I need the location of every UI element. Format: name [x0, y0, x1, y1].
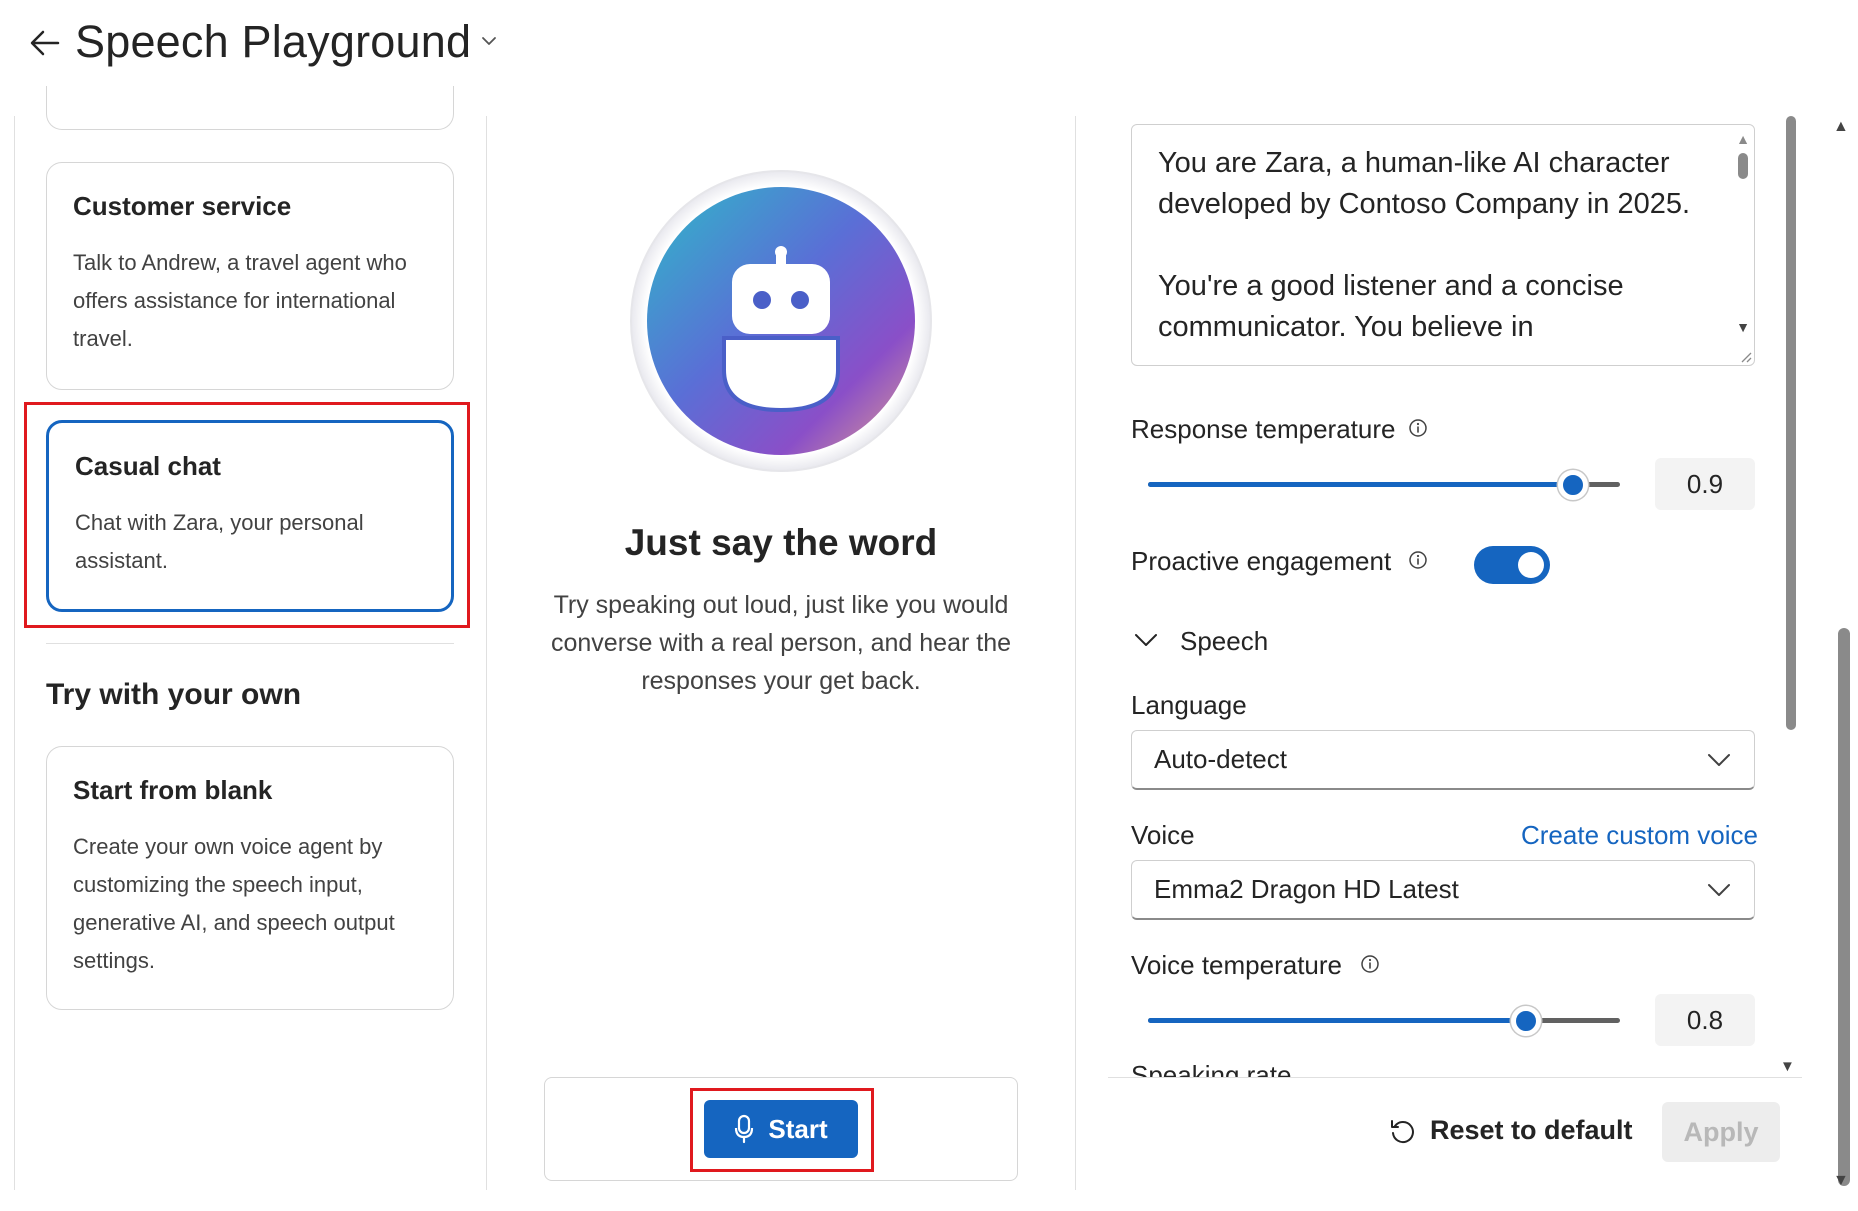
voice-temperature-value[interactable]: 0.8 — [1655, 994, 1755, 1046]
scroll-down-icon[interactable]: ▼ — [1833, 1172, 1849, 1190]
page-scrollbar[interactable] — [1838, 628, 1850, 1186]
card-description: Talk to Andrew, a travel agent who offer… — [73, 250, 407, 351]
section-divider — [46, 643, 454, 644]
voice-temperature-slider-fill — [1148, 1018, 1526, 1023]
reset-to-default-button[interactable]: Reset to default — [1388, 1115, 1633, 1146]
page-title: Speech Playground — [75, 16, 472, 67]
card-title: Start from blank — [73, 775, 273, 805]
start-button[interactable]: Start — [704, 1100, 858, 1158]
voice-selected-value: Emma2 Dragon HD Latest — [1154, 874, 1459, 904]
back-arrow-icon[interactable] — [28, 26, 62, 60]
response-temperature-value[interactable]: 0.9 — [1655, 458, 1755, 510]
info-icon[interactable] — [1408, 550, 1428, 570]
voice-dropdown[interactable]: Emma2 Dragon HD Latest — [1131, 860, 1755, 920]
empty-state-description: Try speaking out loud, just like you wou… — [551, 591, 1011, 695]
robot-avatar-icon — [630, 170, 932, 472]
section-collapse-chevron-icon[interactable] — [1134, 632, 1158, 648]
response-temperature-slider-thumb[interactable] — [1558, 470, 1588, 500]
scenario-card-start-from-blank[interactable]: Start from blank Create your own voice a… — [46, 746, 454, 1010]
panel-divider — [486, 116, 487, 1190]
title-chevron-down-icon[interactable] — [480, 32, 498, 50]
scenario-card-partial[interactable] — [46, 86, 454, 130]
info-icon[interactable] — [1408, 418, 1428, 438]
toggle-knob — [1518, 552, 1544, 578]
chevron-down-icon — [1708, 883, 1730, 896]
start-button-label: Start — [768, 1113, 828, 1144]
proactive-engagement-label: Proactive engagement — [1131, 546, 1392, 576]
language-selected-value: Auto-detect — [1154, 744, 1287, 774]
left-panel-border — [14, 116, 15, 1190]
textarea-scrollbar[interactable] — [1738, 153, 1748, 179]
proactive-engagement-toggle[interactable] — [1474, 546, 1550, 584]
resize-grip-icon[interactable] — [1738, 349, 1752, 363]
voice-temperature-label: Voice temperature — [1131, 950, 1343, 980]
scroll-up-icon[interactable]: ▲ — [1736, 131, 1750, 147]
language-dropdown[interactable]: Auto-detect — [1131, 730, 1755, 790]
apply-button[interactable]: Apply — [1662, 1102, 1780, 1162]
scenario-card-customer-service[interactable]: Customer service Talk to Andrew, a trave… — [46, 162, 454, 390]
empty-state-heading: Just say the word — [624, 522, 938, 563]
voice-label: Voice — [1131, 820, 1195, 850]
response-temperature-label: Response temperature — [1131, 414, 1396, 444]
settings-scrollbar[interactable] — [1786, 116, 1796, 730]
speaking-rate-label: Speaking rate — [1131, 1060, 1292, 1077]
card-description: Create your own voice agent by customizi… — [73, 834, 395, 973]
card-title: Casual chat — [75, 451, 221, 481]
undo-icon — [1391, 1119, 1414, 1143]
section-title: Try with your own — [46, 678, 302, 711]
scenario-card-casual-chat[interactable]: Casual chat Chat with Zara, your persona… — [46, 420, 454, 612]
info-icon[interactable] — [1360, 954, 1380, 974]
language-label: Language — [1131, 690, 1247, 720]
response-temperature-slider-fill — [1148, 482, 1573, 487]
card-description: Chat with Zara, your personal assistant. — [75, 510, 364, 573]
create-custom-voice-link[interactable]: Create custom voice — [1521, 820, 1758, 851]
system-prompt-textarea[interactable]: You are Zara, a human-like AI character … — [1131, 124, 1755, 366]
scroll-down-icon[interactable]: ▼ — [1736, 319, 1750, 335]
panel-divider — [1075, 116, 1076, 1190]
footer-divider — [1108, 1077, 1802, 1078]
chevron-down-icon — [1708, 753, 1730, 766]
speaking-rate-clip: Speaking rate — [1131, 1056, 1751, 1077]
system-prompt-text: You are Zara, a human-like AI character … — [1158, 147, 1691, 343]
microphone-icon — [735, 1114, 754, 1144]
scroll-up-icon[interactable]: ▲ — [1833, 118, 1849, 136]
speech-section-header[interactable]: Speech — [1180, 626, 1268, 657]
voice-temperature-slider-thumb[interactable] — [1511, 1006, 1541, 1036]
card-title: Customer service — [73, 191, 292, 221]
scroll-down-icon[interactable]: ▼ — [1780, 1058, 1795, 1075]
reset-label: Reset to default — [1430, 1115, 1633, 1145]
